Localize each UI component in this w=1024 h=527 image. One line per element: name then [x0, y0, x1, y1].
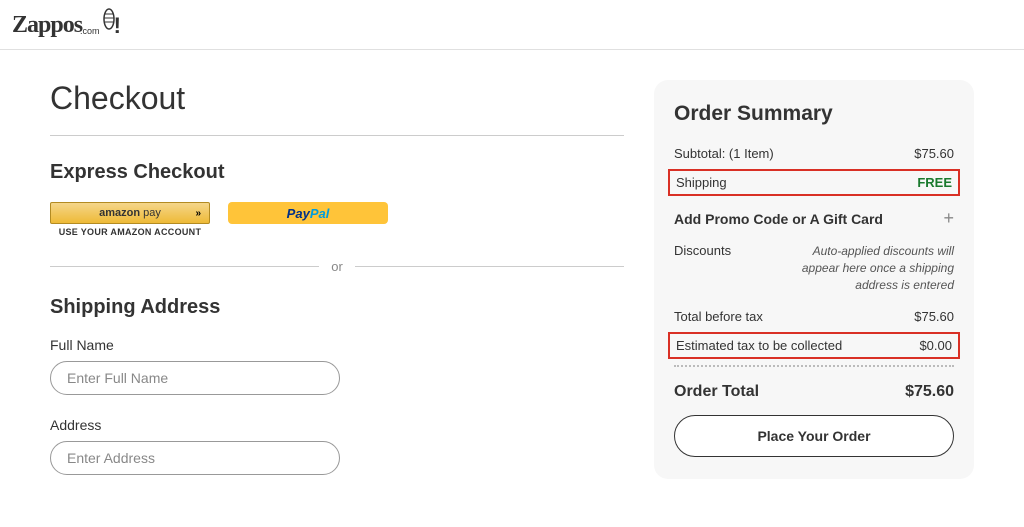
discounts-label: Discounts	[674, 243, 731, 258]
order-summary: Order Summary Subtotal: (1 Item) $75.60 …	[654, 80, 974, 479]
shipping-label: Shipping	[676, 175, 727, 190]
amazon-text-2: pay	[140, 207, 161, 219]
checkout-form: Checkout Express Checkout amazon pay » U…	[50, 80, 624, 497]
before-tax-value: $75.60	[914, 309, 954, 324]
amazon-pay-button[interactable]: amazon pay »	[50, 202, 210, 224]
discounts-row: Discounts Auto-applied discounts will ap…	[674, 237, 954, 303]
chevron-right-icon: »	[195, 208, 199, 219]
brand-name: Zappos	[12, 12, 82, 39]
tax-label: Estimated tax to be collected	[676, 338, 842, 353]
amazon-subtext: USE YOUR AMAZON ACCOUNT	[59, 227, 202, 237]
discounts-text: Auto-applied discounts will appear here …	[774, 243, 954, 293]
order-total-row: Order Total $75.60	[674, 373, 954, 415]
page-title: Checkout	[50, 80, 624, 136]
paypal-text-2: Pal	[310, 206, 330, 221]
summary-title: Order Summary	[674, 102, 954, 126]
promo-label: Add Promo Code or A Gift Card	[674, 211, 883, 227]
shipping-address-heading: Shipping Address	[50, 296, 624, 319]
express-checkout-heading: Express Checkout	[50, 161, 624, 184]
tax-row: Estimated tax to be collected $0.00	[668, 332, 960, 359]
amazon-pay-wrap: amazon pay » USE YOUR AMAZON ACCOUNT	[50, 202, 210, 237]
logo[interactable]: Zappos .com !	[12, 10, 120, 39]
fullname-input[interactable]	[50, 361, 340, 395]
shipping-value: FREE	[917, 175, 952, 190]
place-order-button[interactable]: Place Your Order	[674, 415, 954, 457]
before-tax-row: Total before tax $75.60	[674, 303, 954, 330]
dotted-divider	[674, 365, 954, 367]
divider: or	[50, 259, 624, 274]
divider-text: or	[319, 259, 355, 274]
content: Checkout Express Checkout amazon pay » U…	[0, 50, 1024, 527]
before-tax-label: Total before tax	[674, 309, 763, 324]
shipping-row: Shipping FREE	[668, 169, 960, 196]
paypal-text-1: Pay	[287, 206, 310, 221]
plus-icon: +	[943, 208, 954, 229]
subtotal-value: $75.60	[914, 146, 954, 161]
brand-sub: .com	[80, 26, 100, 36]
divider-line	[50, 266, 319, 267]
total-label: Order Total	[674, 383, 759, 401]
order-summary-panel: Order Summary Subtotal: (1 Item) $75.60 …	[654, 80, 974, 497]
amazon-text-1: amazon	[99, 207, 140, 219]
address-label: Address	[50, 417, 624, 433]
divider-line	[355, 266, 624, 267]
address-input[interactable]	[50, 441, 340, 475]
fullname-label: Full Name	[50, 337, 624, 353]
tax-value: $0.00	[919, 338, 952, 353]
shoe-icon	[102, 8, 116, 37]
subtotal-row: Subtotal: (1 Item) $75.60	[674, 140, 954, 167]
header: Zappos .com !	[0, 0, 1024, 50]
promo-toggle[interactable]: Add Promo Code or A Gift Card +	[674, 198, 954, 237]
total-value: $75.60	[905, 383, 954, 401]
express-checkout-row: amazon pay » USE YOUR AMAZON ACCOUNT Pay…	[50, 202, 624, 237]
subtotal-label: Subtotal: (1 Item)	[674, 146, 774, 161]
paypal-button[interactable]: PayPal	[228, 202, 388, 224]
